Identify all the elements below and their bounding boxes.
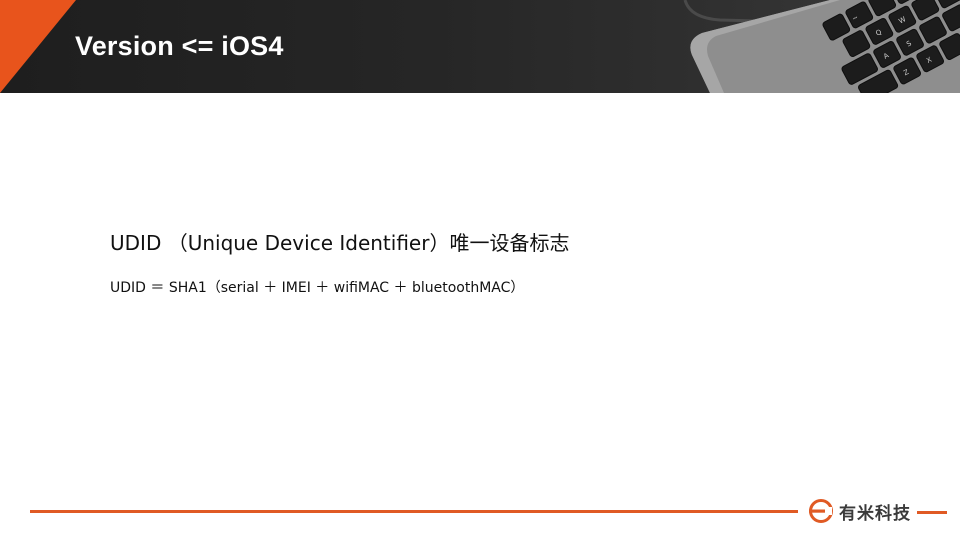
- brand-name: 有米科技: [839, 503, 911, 524]
- slide: ~ Q W A S Z X Version <= iOS4 UDID （Uniq…: [0, 0, 960, 540]
- footer-divider-right: [917, 511, 947, 514]
- laptop-keyboard-icon: ~ Q W A S Z X: [683, 0, 960, 93]
- udid-formula-text: UDID ＝ SHA1（serial ＋ IMEI ＋ wifiMAC ＋ bl…: [110, 280, 525, 296]
- footer-divider-left: [30, 510, 798, 513]
- orange-corner-accent: [0, 0, 76, 93]
- footer-brand: 有米科技: [808, 497, 911, 525]
- youmi-logo-icon: [809, 499, 833, 523]
- header-banner: ~ Q W A S Z X Version <= iOS4: [0, 0, 960, 93]
- slide-title: Version <= iOS4: [75, 31, 284, 61]
- udid-definition-text: UDID （Unique Device Identifier）唯一设备标志: [110, 231, 570, 255]
